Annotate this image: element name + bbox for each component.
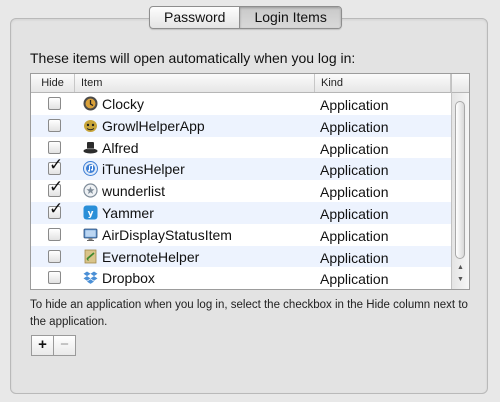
scrollbar-thumb[interactable]	[455, 101, 465, 259]
hide-checkbox[interactable]	[48, 118, 61, 132]
scrollbar-header	[452, 74, 469, 93]
item-name: Alfred	[102, 139, 139, 156]
item-kind: Application	[320, 184, 389, 201]
table-row[interactable]: Alfred Application	[31, 137, 451, 159]
table-row[interactable]: Dropbox Application	[31, 267, 451, 289]
table-row[interactable]: ✓ y Yammer Application	[31, 200, 451, 224]
table-row[interactable]: EvernoteHelper Application	[31, 245, 451, 268]
hide-checkbox[interactable]: ✓	[48, 156, 63, 176]
hide-checkbox[interactable]	[48, 140, 61, 154]
tab-bar: Password Login Items	[149, 6, 342, 29]
table-row[interactable]: Clocky Application	[31, 93, 451, 115]
table-row[interactable]: ✓ wunderlist Application	[31, 178, 451, 202]
item-name: AirDisplayStatusItem	[102, 226, 232, 243]
item-name: Yammer	[102, 204, 154, 221]
wunderlist-icon	[83, 183, 98, 198]
item-name: GrowlHelperApp	[102, 117, 205, 134]
item-name: Dropbox	[102, 270, 155, 287]
vertical-scrollbar[interactable]: ▲ ▼	[451, 74, 469, 289]
clock-icon	[83, 96, 98, 111]
hide-checkbox[interactable]: ✓	[48, 178, 63, 198]
table-row[interactable]: GrowlHelperApp Application	[31, 114, 451, 137]
item-kind: Application	[320, 227, 389, 244]
item-kind: Application	[320, 271, 389, 288]
add-remove-button-group: + −	[31, 335, 76, 356]
item-kind: Application	[320, 140, 389, 157]
dropbox-icon	[83, 270, 98, 285]
hide-checkbox[interactable]	[48, 227, 61, 241]
checkmark-icon: ✓	[49, 198, 64, 218]
item-kind: Application	[320, 118, 389, 135]
hide-checkbox[interactable]	[48, 97, 61, 110]
remove-login-item-button[interactable]: −	[53, 336, 75, 355]
tab-password[interactable]: Password	[150, 7, 239, 28]
item-name: iTunesHelper	[102, 161, 185, 178]
table-rows: Clocky Application GrowlHelperApp Applicati…	[31, 93, 451, 289]
login-items-heading: These items will open automatically when…	[30, 50, 356, 66]
scroll-down-arrow-icon[interactable]: ▼	[457, 276, 464, 283]
column-header-item[interactable]: Item	[75, 74, 315, 92]
item-name: EvernoteHelper	[102, 248, 200, 265]
svg-text:y: y	[88, 209, 94, 219]
evernote-icon	[83, 249, 98, 264]
item-kind: Application	[320, 205, 389, 222]
item-name: wunderlist	[102, 183, 166, 200]
checkmark-icon: ✓	[49, 155, 64, 175]
scroll-up-arrow-icon[interactable]: ▲	[457, 264, 464, 271]
checkmark-icon: ✓	[49, 177, 64, 197]
item-kind: Application	[320, 162, 389, 179]
preferences-window: Password Login Items These items will op…	[0, 0, 500, 402]
add-login-item-button[interactable]: +	[32, 336, 53, 355]
itunes-icon	[83, 161, 98, 177]
table-header: Hide Item Kind	[31, 74, 469, 93]
item-name: Clocky	[102, 96, 145, 112]
alfred-hat-icon	[83, 140, 98, 155]
growl-icon	[83, 118, 98, 133]
column-header-kind[interactable]: Kind	[315, 74, 451, 92]
item-kind: Application	[320, 97, 389, 113]
hide-checkbox[interactable]	[48, 271, 61, 285]
hide-instructions-text: To hide an application when you log in, …	[30, 299, 468, 328]
display-icon	[83, 227, 98, 242]
login-items-table: Hide Item Kind Clocky Application GrowlHel…	[30, 73, 470, 290]
column-header-hide[interactable]: Hide	[31, 74, 75, 92]
table-row[interactable]: AirDisplayStatusItem Application	[31, 224, 451, 246]
tab-login-items[interactable]: Login Items	[239, 7, 341, 28]
table-row[interactable]: ✓ iTunesHelper Application	[31, 156, 451, 181]
yammer-icon: y	[83, 205, 98, 220]
hide-checkbox[interactable]: ✓	[48, 200, 63, 219]
hide-checkbox[interactable]	[48, 249, 61, 263]
item-kind: Application	[320, 249, 389, 266]
